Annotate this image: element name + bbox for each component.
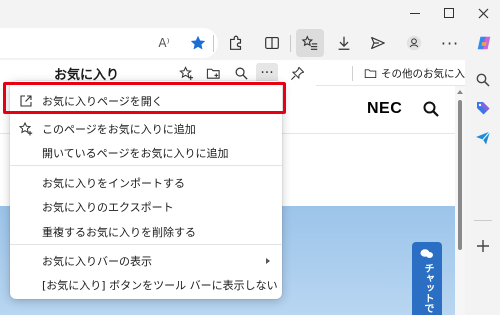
search-icon[interactable] <box>422 100 440 118</box>
highlight-annotation-box <box>3 82 286 114</box>
menu-item-label: お気に入りバーの表示 <box>42 255 152 268</box>
download-icon <box>338 36 350 50</box>
toolbar-divider <box>290 35 291 52</box>
star-add-icon <box>178 65 193 80</box>
minimize-button[interactable] <box>404 4 426 22</box>
favorites-button[interactable] <box>296 29 324 57</box>
star-filled-icon <box>190 35 206 50</box>
plus-icon <box>477 240 489 252</box>
more-icon: ··· <box>260 65 274 81</box>
extensions-button[interactable] <box>222 29 250 57</box>
read-aloud-button[interactable]: A⁾ <box>150 29 178 57</box>
scrollbar-thumb[interactable] <box>458 100 462 250</box>
add-favorite-button[interactable] <box>184 29 212 57</box>
menu-item-label: [お気に入り] ボタンをツール バーに表示しない <box>42 279 278 292</box>
chat-support-tab[interactable]: チャットで <box>412 242 442 315</box>
more-icon: ··· <box>440 33 460 53</box>
profile-icon <box>406 35 422 51</box>
toolbar-divider <box>213 35 214 52</box>
maximize-button[interactable] <box>438 4 460 22</box>
sidebar-shopping-button[interactable] <box>473 98 493 118</box>
share-button[interactable] <box>364 29 392 57</box>
downloads-button[interactable] <box>330 29 358 57</box>
scroll-up-arrow-icon[interactable] <box>457 90 463 94</box>
other-favorites-label: その他のお気に入り <box>381 68 476 80</box>
copilot-button[interactable] <box>470 29 498 57</box>
page-scrollbar[interactable] <box>455 86 465 315</box>
star-add-icon <box>19 122 33 136</box>
sidebar-divider <box>474 220 492 221</box>
search-icon <box>235 67 248 80</box>
browser-toolbar: A⁾ ··· <box>0 26 500 60</box>
menu-item-label: 重複するお気に入りを削除する <box>42 226 196 239</box>
favorites-list-icon <box>301 35 318 50</box>
menu-item-add-this-page[interactable]: このページをお気に入りに追加 <box>10 116 282 142</box>
chat-tab-label: チャットで <box>422 263 433 313</box>
profile-button[interactable] <box>400 29 428 57</box>
menu-item-label: このページをお気に入りに追加 <box>42 123 196 136</box>
menu-item-add-open-pages[interactable]: 開いているページをお気に入りに追加 <box>10 140 282 166</box>
menu-item-show-favorites-bar[interactable]: お気に入りバーの表示 <box>10 248 282 274</box>
puzzle-icon <box>230 35 242 50</box>
read-aloud-icon: A⁾ <box>158 36 170 50</box>
submenu-arrow-icon <box>266 258 270 264</box>
pin-favorites-button[interactable] <box>286 63 308 83</box>
close-icon <box>478 8 488 18</box>
menu-item-remove-duplicates[interactable]: 重複するお気に入りを削除する <box>10 219 282 245</box>
favorites-bar-divider <box>352 66 353 81</box>
window-titlebar <box>0 0 500 26</box>
menu-item-label: 開いているページをお気に入りに追加 <box>42 147 229 160</box>
close-window-button[interactable] <box>472 4 494 22</box>
menu-divider <box>10 244 282 245</box>
menu-item-label: お気に入りをインポートする <box>42 177 185 190</box>
other-favorites-folder[interactable]: その他のお気に入り <box>364 66 476 81</box>
tag-icon <box>477 102 490 115</box>
sidebar-customize-button[interactable] <box>473 236 493 256</box>
folder-icon <box>364 69 377 79</box>
split-screen-icon <box>265 37 279 49</box>
copilot-icon <box>477 36 491 50</box>
minimize-icon <box>410 12 420 14</box>
site-logo[interactable]: NEC <box>367 100 402 118</box>
more-options-button[interactable]: ··· <box>256 63 278 83</box>
search-favorites-button[interactable] <box>230 63 252 83</box>
menu-item-import-favorites[interactable]: お気に入りをインポートする <box>10 170 282 196</box>
browser-sidebar <box>465 60 500 315</box>
settings-more-button[interactable]: ··· <box>436 29 464 57</box>
folder-add-icon <box>206 68 220 79</box>
search-icon <box>476 73 490 87</box>
chat-bubble-icon <box>420 249 433 258</box>
add-page-to-favorites-button[interactable] <box>175 63 197 83</box>
sidebar-drop-button[interactable] <box>473 128 493 148</box>
maximize-icon <box>444 8 454 18</box>
menu-item-label: お気に入りのエクスポート <box>42 201 174 214</box>
send-icon <box>371 37 385 49</box>
menu-item-export-favorites[interactable]: お気に入りのエクスポート <box>10 194 282 220</box>
pin-icon <box>290 66 304 80</box>
menu-item-hide-favorites-button[interactable]: [お気に入り] ボタンをツール バーに表示しない <box>10 272 282 298</box>
sidebar-search-button[interactable] <box>473 70 493 90</box>
add-folder-button[interactable] <box>202 63 224 83</box>
menu-divider <box>10 165 282 166</box>
split-screen-button[interactable] <box>258 29 286 57</box>
paper-plane-icon <box>476 131 491 145</box>
